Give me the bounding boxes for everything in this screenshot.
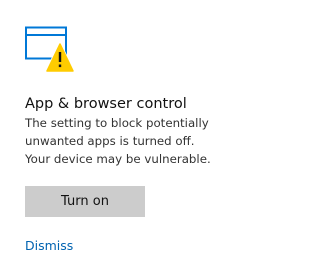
description-line: The setting to block potentially [25, 116, 209, 130]
card-description: The setting to block potentially unwante… [25, 114, 240, 168]
dismiss-link[interactable]: Dismiss [25, 238, 73, 254]
turn-on-button[interactable]: Turn on [25, 186, 145, 217]
description-line: Your device may be vulnerable. [25, 152, 211, 166]
card-title: App & browser control [25, 96, 187, 112]
browser-window-warning-icon [25, 26, 75, 73]
app-browser-control-card: App & browser control The setting to blo… [0, 0, 245, 279]
description-line: unwanted apps is turned off. [25, 134, 195, 148]
